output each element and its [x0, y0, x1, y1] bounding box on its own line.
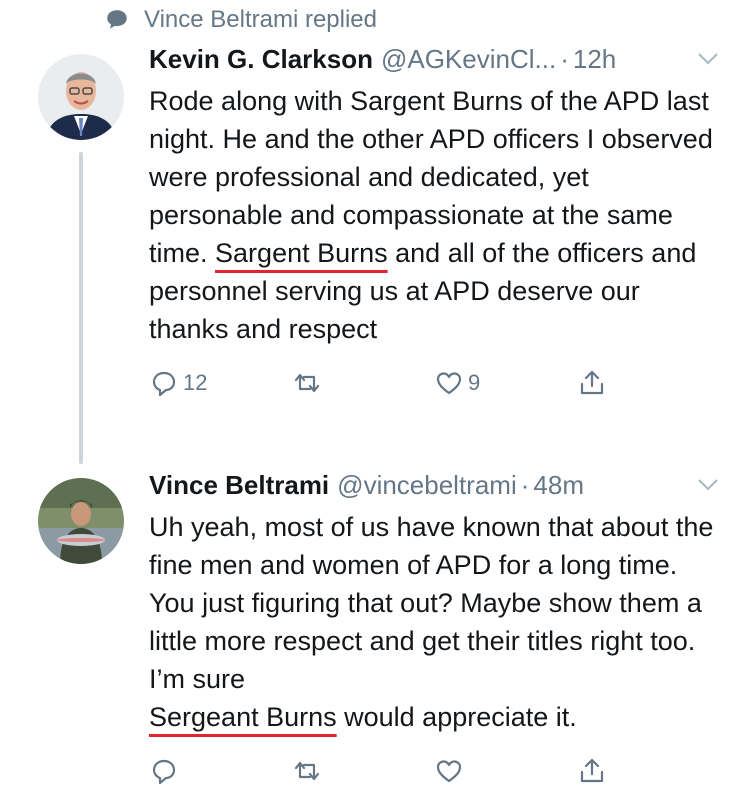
separator-dot: ·: [560, 44, 569, 74]
reply-context-label: Vince Beltrami replied: [144, 6, 378, 33]
speech-bubble-icon: [107, 10, 127, 29]
like-button[interactable]: 9: [434, 368, 577, 398]
chevron-down-icon[interactable]: [697, 478, 719, 492]
retweet-button[interactable]: [292, 368, 435, 398]
tweet-text-rest: would appreciate it.: [336, 702, 577, 732]
reply-button[interactable]: [149, 756, 292, 786]
thread-connector: [79, 152, 83, 464]
retweet-icon: [294, 373, 319, 393]
tweet-header: Vince Beltrami @vincebeltrami · 48m: [149, 470, 719, 504]
avatar-vince-beltrami: [38, 478, 124, 564]
underlined-name: Sergeant Burns: [149, 702, 337, 732]
reply-button[interactable]: 12: [149, 368, 292, 398]
retweet-button[interactable]: [292, 756, 435, 786]
tweet-text: Rode along with Sargent Burns of the APD…: [149, 82, 719, 348]
avatar[interactable]: [38, 478, 124, 564]
share-icon: [580, 370, 603, 395]
separator-dot: ·: [520, 470, 530, 500]
reply-count: 12: [183, 370, 208, 395]
chevron-down-icon[interactable]: [697, 52, 719, 66]
author-name[interactable]: Kevin G. Clarkson: [149, 44, 373, 75]
tweet[interactable]: Vince Beltrami @vincebeltrami · 48m Uh y…: [149, 470, 719, 788]
share-button[interactable]: [577, 756, 720, 786]
tweet-text: Uh yeah, most of us have known that abou…: [149, 508, 719, 736]
like-button[interactable]: [434, 756, 577, 786]
tweet[interactable]: Kevin G. Clarkson @AGKevinCl... · 12h Ro…: [149, 44, 719, 400]
tweet-actions: [149, 754, 719, 788]
tweet-header: Kevin G. Clarkson @AGKevinCl... · 12h: [149, 44, 719, 78]
like-icon: [436, 372, 462, 395]
tweet-actions: 12 9: [149, 366, 719, 400]
tweet-text-main: Uh yeah, most of us have known that abou…: [149, 512, 714, 694]
retweet-icon: [294, 761, 319, 781]
reply-icon: [152, 371, 176, 397]
author-handle[interactable]: @AGKevinCl...: [381, 44, 556, 75]
share-icon: [580, 758, 603, 783]
avatar[interactable]: [38, 54, 124, 140]
avatar-kevin-clarkson: [38, 54, 124, 140]
author-handle[interactable]: @vincebeltrami: [337, 470, 517, 501]
underlined-name: Sargent Burns: [215, 238, 388, 268]
reply-context: Vince Beltrami replied: [104, 6, 377, 34]
like-count: 9: [468, 370, 481, 395]
author-name[interactable]: Vince Beltrami: [149, 470, 329, 501]
timestamp[interactable]: 48m: [533, 470, 584, 501]
like-icon: [436, 760, 462, 783]
reply-icon: [152, 759, 176, 785]
timestamp[interactable]: 12h: [573, 44, 616, 75]
share-button[interactable]: [577, 368, 720, 398]
